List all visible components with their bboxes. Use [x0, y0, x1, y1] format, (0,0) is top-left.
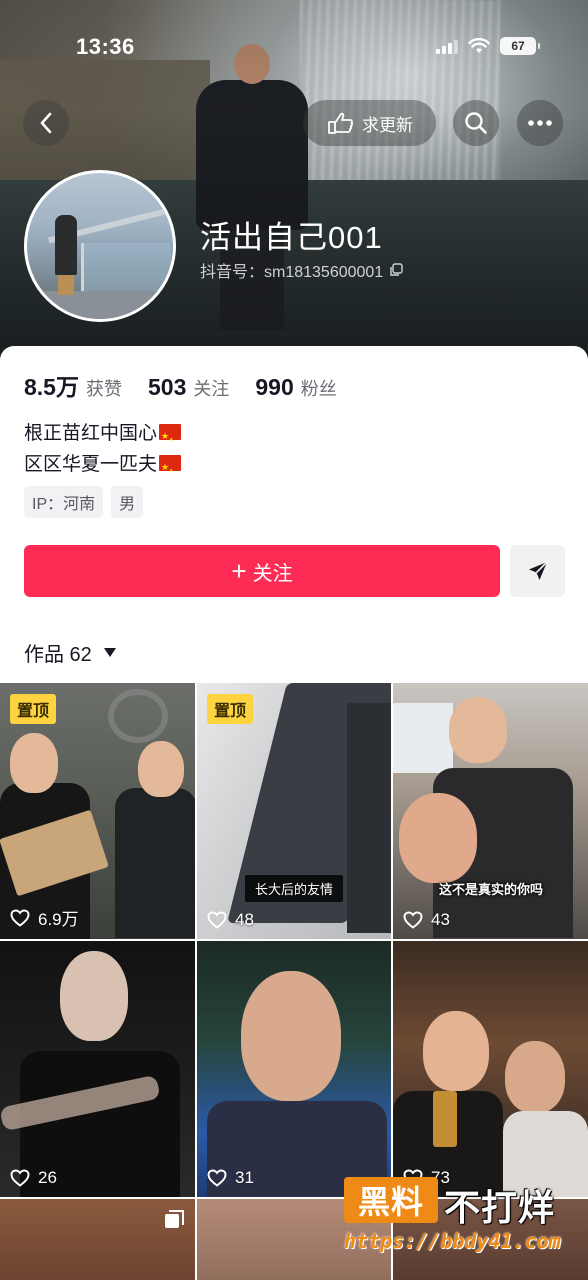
bio: 根正苗红中国心 区区华夏一匹夫 [24, 418, 182, 487]
stat-followers[interactable]: 990 粉丝 [255, 374, 336, 401]
douyin-id-text: 抖音号：sm18135600001 [200, 264, 384, 281]
status-icons: 67 [436, 37, 540, 55]
battery-indicator: 67 [500, 37, 540, 55]
bio-line-1: 根正苗红中国心 [24, 423, 158, 444]
heart-icon [10, 1169, 30, 1187]
like-count-text: 43 [431, 910, 450, 929]
back-button[interactable] [23, 100, 69, 146]
video-caption: 长大后的友情 [245, 875, 344, 902]
ip-location-tag: IP：河南 [24, 486, 104, 518]
watermark: 黑料 不打烊 https://bbdy41.com [344, 1177, 584, 1259]
pinned-badge: 置顶 [10, 694, 57, 724]
send-icon [528, 561, 548, 580]
stat-value: 8.5万 [24, 374, 79, 400]
bio-line-2: 区区华夏一匹夫 [24, 454, 158, 475]
chevron-left-icon [40, 112, 52, 134]
heart-icon [207, 1169, 227, 1187]
like-count: 43 [403, 910, 450, 930]
copy-icon [390, 263, 403, 276]
follow-label: 关注 [252, 562, 293, 585]
stat-value: 990 [255, 374, 294, 400]
username: 活出自己001 [200, 220, 383, 255]
profile-tags: IP：河南 男 [24, 486, 144, 518]
profile-stats: 8.5万 获赞 503 关注 990 粉丝 [24, 368, 337, 402]
china-flag-icon [159, 421, 182, 456]
video-thumbnail[interactable]: 26 [0, 941, 195, 1197]
more-options-button[interactable] [517, 100, 563, 146]
pinned-badge: 置顶 [207, 694, 254, 724]
search-icon [465, 112, 487, 134]
stat-label: 获赞 [85, 379, 122, 399]
gender-tag: 男 [111, 486, 144, 518]
like-count-text: 31 [235, 1168, 254, 1187]
stat-likes[interactable]: 8.5万 获赞 [24, 368, 122, 402]
like-count: 31 [207, 1168, 254, 1188]
request-update-label: 求更新 [362, 115, 413, 135]
watermark-url: https://bbdy41.com [344, 1229, 561, 1253]
stat-following[interactable]: 503 关注 [148, 374, 229, 401]
plus-icon: + [231, 556, 247, 586]
video-thumbnail[interactable]: 73 [393, 941, 588, 1197]
avatar[interactable] [24, 170, 176, 322]
douyin-id[interactable]: 抖音号：sm18135600001 [200, 258, 403, 282]
watermark-text: 不打烊 [444, 1187, 556, 1228]
video-thumbnail[interactable]: 置顶 6.9万 [0, 683, 195, 939]
stat-label: 关注 [193, 379, 230, 399]
status-time: 13:36 [76, 34, 135, 59]
like-count-text: 26 [38, 1168, 57, 1187]
search-button[interactable] [453, 100, 499, 146]
video-thumbnail[interactable]: 置顶 长大后的友情 48 [197, 683, 391, 939]
video-thumbnail[interactable] [0, 1199, 195, 1280]
works-tab-label: 作品 62 [24, 644, 92, 666]
caret-down-icon [103, 648, 116, 657]
signal-icon [436, 38, 458, 54]
like-count: 6.9万 [10, 905, 79, 930]
tab-works[interactable]: 作品 62 [24, 638, 116, 667]
like-count: 48 [207, 910, 254, 930]
like-count-text: 6.9万 [38, 910, 79, 929]
like-count-text: 48 [235, 910, 254, 929]
stat-label: 粉丝 [300, 379, 337, 399]
video-caption: 这不是真实的你吗 [439, 882, 544, 897]
heart-icon [207, 911, 227, 929]
video-thumbnail[interactable]: 这不是真实的你吗 43 [393, 683, 588, 939]
video-thumbnail[interactable]: 31 [197, 941, 391, 1197]
watermark-badge: 黑料 [344, 1177, 438, 1223]
stat-value: 503 [147, 374, 187, 400]
wifi-icon [468, 38, 490, 53]
hand-pointer-icon [328, 112, 353, 134]
like-count: 26 [10, 1168, 57, 1188]
share-button[interactable] [510, 545, 565, 597]
request-update-button[interactable]: 求更新 [303, 100, 436, 146]
heart-icon [403, 911, 423, 929]
china-flag-icon [159, 452, 182, 487]
heart-icon [10, 909, 30, 927]
more-dots-icon [528, 120, 552, 126]
follow-button[interactable]: + 关注 [24, 545, 500, 597]
multi-image-icon [165, 1210, 184, 1228]
